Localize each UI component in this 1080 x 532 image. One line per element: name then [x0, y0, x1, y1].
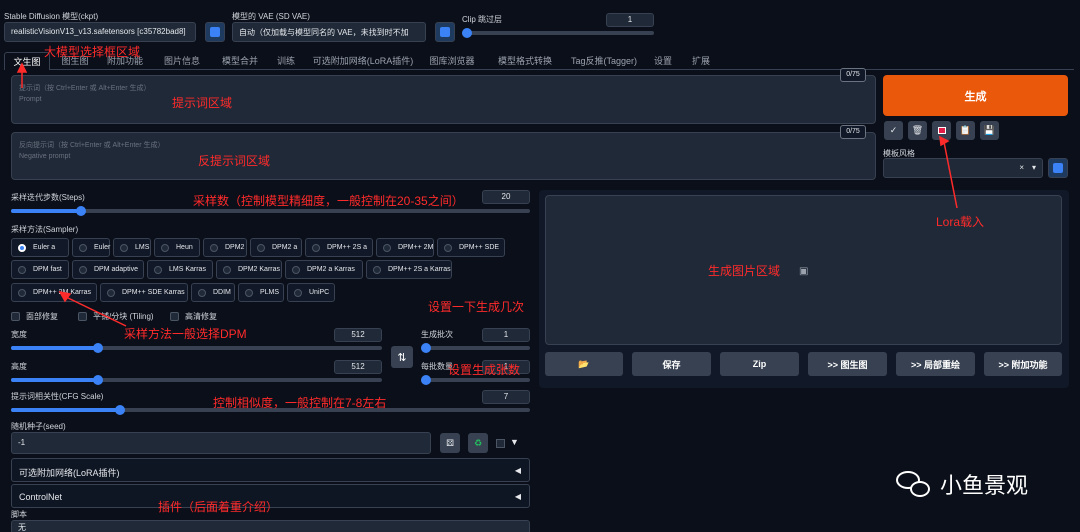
arrow-sampler [63, 295, 127, 327]
arrowhead-model [16, 62, 28, 73]
watermark-text: 小鱼景观 [940, 473, 1029, 498]
arrow-lora [943, 141, 958, 209]
arrowhead-lora [939, 135, 950, 147]
watermark: 小鱼景观 [896, 468, 1028, 500]
wechat-icon [896, 469, 932, 499]
annotation-arrows [16, 62, 958, 327]
arrowhead-sampler [58, 290, 72, 303]
